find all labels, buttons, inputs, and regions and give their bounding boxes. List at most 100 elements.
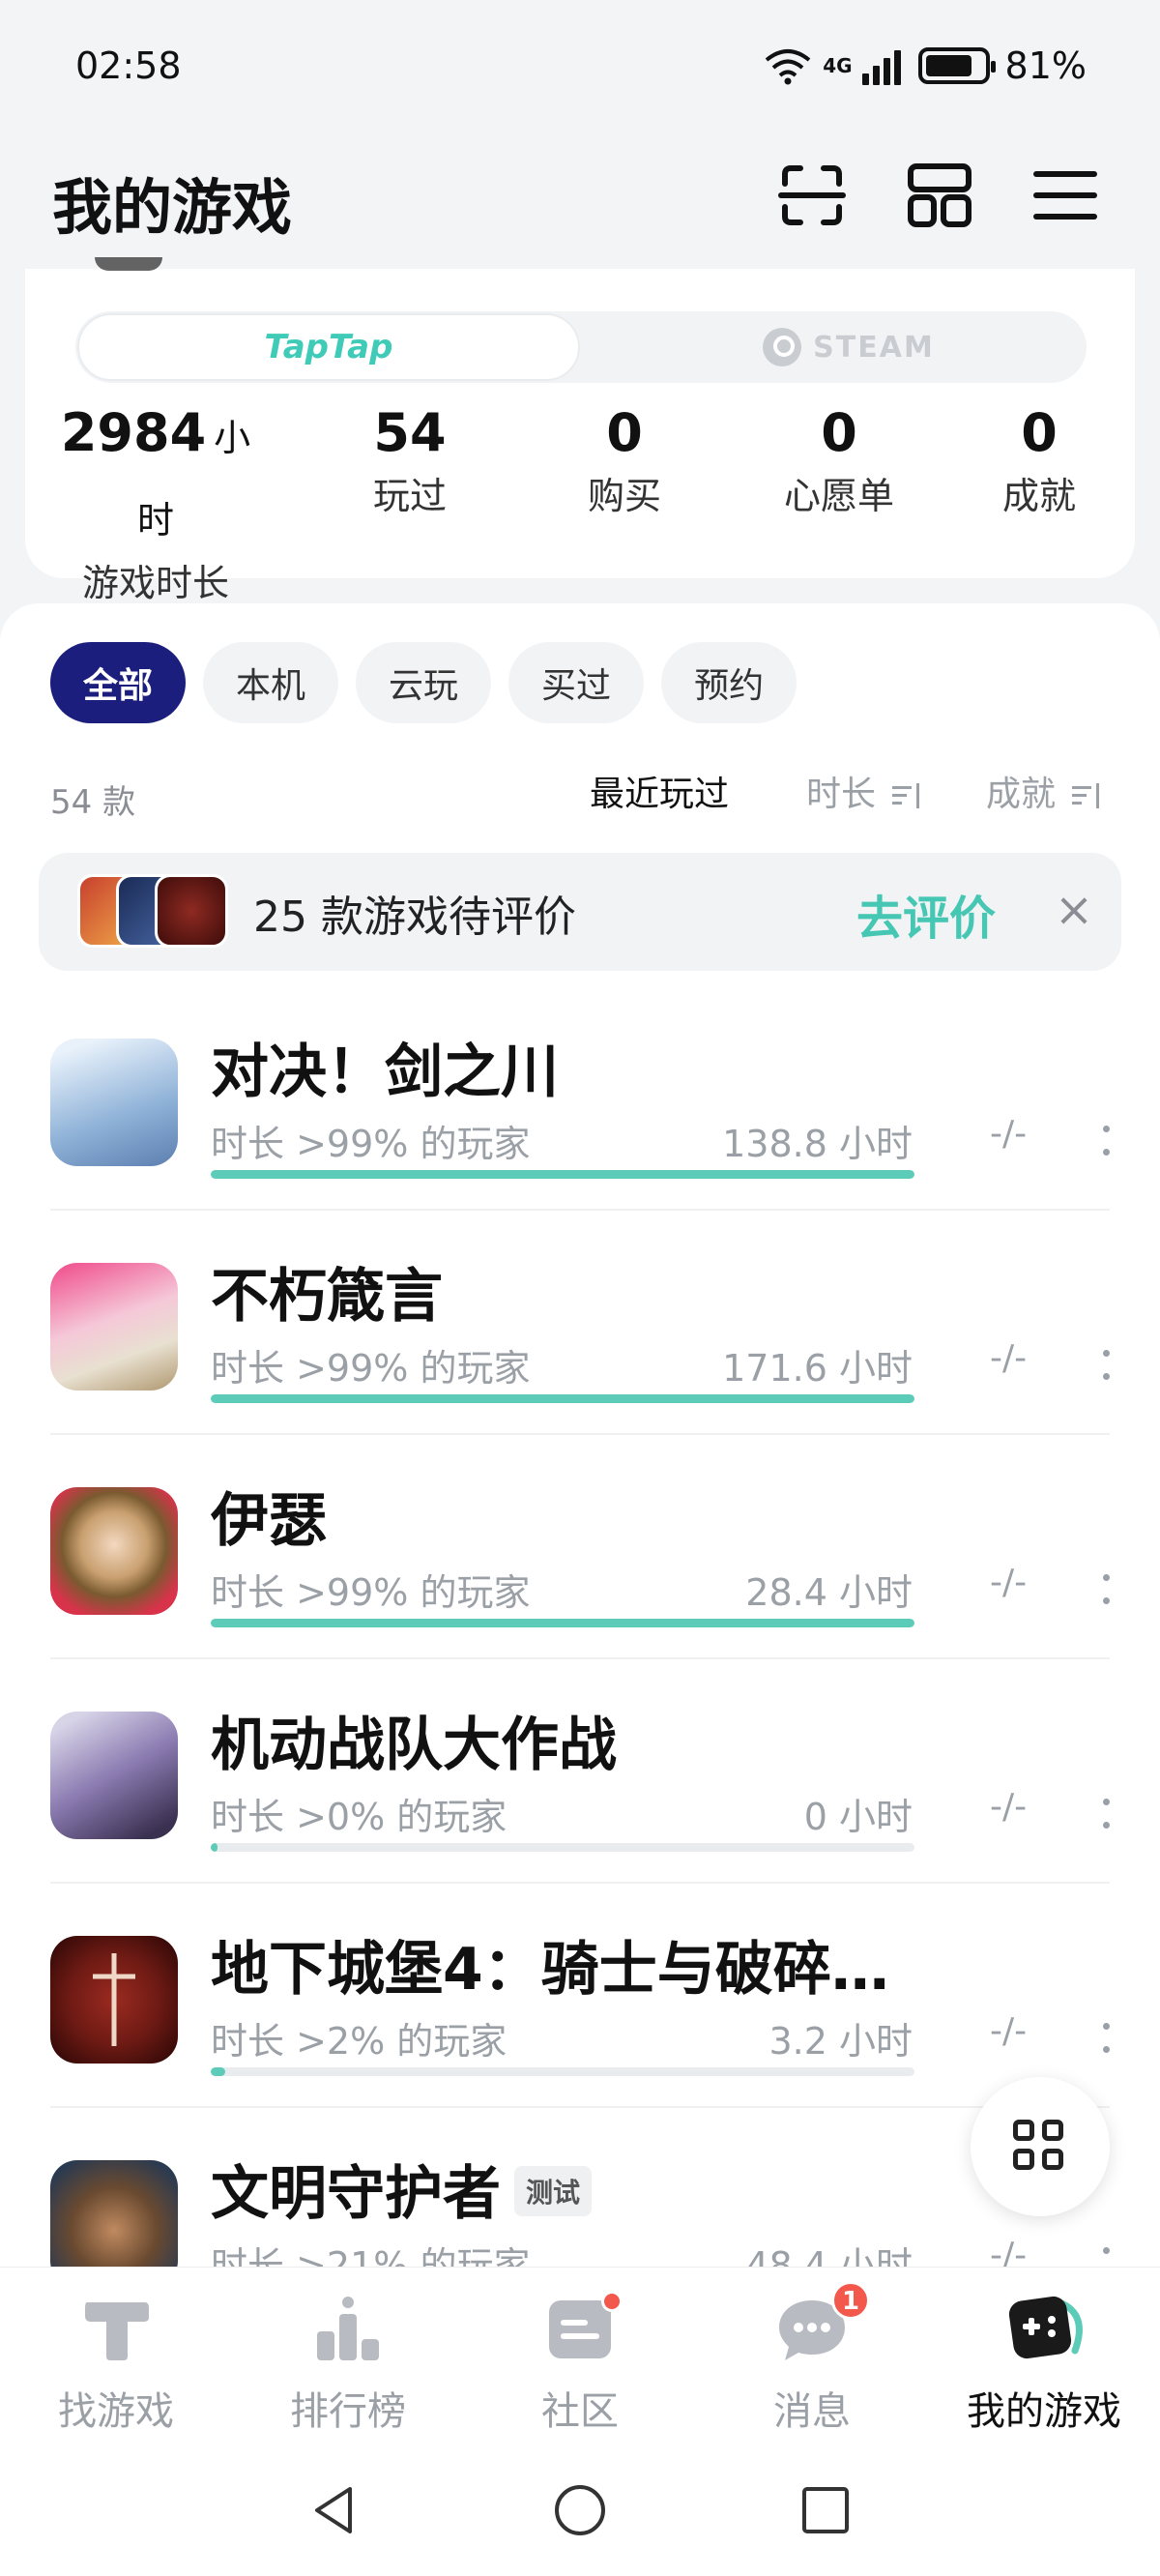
layout-button[interactable]: [905, 161, 974, 230]
filter-all[interactable]: 全部: [50, 642, 187, 723]
filter-local[interactable]: 本机: [203, 642, 339, 723]
game-hours: 0 小时: [803, 1796, 913, 1838]
close-icon[interactable]: ×: [1050, 886, 1098, 934]
stat-played[interactable]: 54 玩过: [323, 395, 497, 520]
sort-duration-label: 时长: [806, 775, 877, 814]
game-row[interactable]: 机动战队大作战 时长 >0% 的玩家 0 小时 -/-: [0, 1659, 1160, 1884]
game-row[interactable]: 对决！剑之川 时长 >99% 的玩家 138.8 小时 -/-: [0, 986, 1160, 1211]
stat-achievements[interactable]: 0 成就: [967, 395, 1112, 520]
more-icon[interactable]: [1098, 2243, 1114, 2267]
game-title: 文明守护者 测试: [211, 2147, 593, 2231]
filter-reserved[interactable]: 预约: [661, 642, 798, 723]
scan-icon: [778, 165, 846, 225]
nav-label: 社区: [541, 2389, 619, 2434]
playtime-progress: [211, 1394, 914, 1403]
game-icon: [50, 1712, 178, 1839]
playtime-progress: [211, 2067, 914, 2076]
page-title: 我的游戏: [52, 172, 293, 243]
review-thumbnails: [77, 874, 232, 950]
game-title: 伊瑟: [211, 1487, 327, 1555]
game-icon: [50, 1263, 178, 1390]
more-icon[interactable]: [1098, 1122, 1114, 1160]
more-icon[interactable]: [1098, 1795, 1114, 1833]
tab-steam[interactable]: STEAM: [617, 311, 1081, 383]
taptap-icon: [79, 2295, 153, 2364]
menu-icon: [1033, 171, 1097, 220]
sort-achievement[interactable]: 成就: [986, 766, 1101, 816]
game-achievement: -/-: [990, 2011, 1028, 2051]
network-type: 4G: [823, 54, 853, 77]
game-row[interactable]: 不朽箴言 时长 >99% 的玩家 171.6 小时 -/-: [0, 1211, 1160, 1435]
review-prompt: 25 款游戏待评价: [253, 893, 576, 942]
game-achievement: -/-: [990, 1563, 1028, 1602]
nav-find-games[interactable]: 找游戏: [0, 2295, 232, 2436]
layout-grid-icon: [908, 163, 972, 227]
stat-value: 0: [606, 402, 643, 463]
stat-purchased[interactable]: 0 购买: [537, 395, 711, 520]
game-rank: 时长 >2% 的玩家: [211, 2020, 508, 2063]
nav-my-games[interactable]: 我的游戏: [928, 2295, 1160, 2436]
message-icon: 1: [775, 2281, 870, 2364]
sort-recent[interactable]: 最近玩过: [590, 766, 729, 816]
battery-text: 81%: [1004, 44, 1087, 87]
game-rank: 时长 >99% 的玩家: [211, 1347, 531, 1390]
nav-community[interactable]: 社区: [464, 2291, 696, 2436]
status-bar: 02:58 4G 81%: [0, 0, 1160, 135]
stat-value: 2984: [60, 402, 207, 463]
nav-label: 消息: [773, 2389, 851, 2434]
game-icon: [50, 1039, 178, 1166]
nav-label: 我的游戏: [967, 2389, 1121, 2434]
stat-label: 购买: [587, 475, 661, 517]
tab-taptap[interactable]: TapTap: [77, 313, 580, 381]
game-hours: 171.6 小时: [722, 1347, 913, 1390]
status-icons: 4G 81%: [763, 44, 1087, 87]
battery-icon: [917, 47, 996, 84]
game-title: 机动战队大作战: [211, 1712, 617, 1779]
review-action-button[interactable]: 去评价: [856, 880, 996, 948]
status-time: 02:58: [75, 44, 182, 87]
game-icon: [50, 1487, 178, 1615]
stat-wishlist[interactable]: 0 心愿单: [742, 395, 936, 520]
sort-icon: [892, 783, 921, 808]
stat-label: 玩过: [372, 475, 447, 517]
avatar[interactable]: [95, 257, 162, 271]
wifi-icon: [763, 46, 813, 85]
sort-achievement-label: 成就: [986, 775, 1057, 814]
review-banner[interactable]: 25 款游戏待评价 去评价 ×: [39, 853, 1121, 971]
game-list-panel: 全部 本机 云玩 买过 预约 54 款 最近玩过 时长 成就 25 款游戏待评价…: [0, 603, 1160, 2267]
nav-ranking[interactable]: 排行榜: [232, 2295, 464, 2436]
game-row[interactable]: 伊瑟 时长 >99% 的玩家 28.4 小时 -/-: [0, 1435, 1160, 1659]
apps-grid-button[interactable]: [971, 2077, 1110, 2216]
more-icon[interactable]: [1098, 2019, 1114, 2058]
message-badge: 1: [831, 2281, 870, 2320]
playtime-progress: [211, 1843, 914, 1852]
grid-icon: [1013, 2120, 1067, 2174]
filter-cloud[interactable]: 云玩: [356, 642, 492, 723]
more-icon[interactable]: [1098, 1346, 1114, 1385]
stat-value: 54: [373, 402, 447, 463]
ranking-icon: [311, 2295, 385, 2364]
nav-label: 找游戏: [58, 2389, 174, 2434]
gamepad-icon: [1007, 2295, 1083, 2364]
game-rank: 时长 >99% 的玩家: [211, 1123, 531, 1165]
sword-emblem-icon: [93, 1953, 135, 2046]
more-icon[interactable]: [1098, 1570, 1114, 1609]
sort-duration[interactable]: 时长: [806, 766, 921, 816]
game-achievement: -/-: [990, 1338, 1028, 1378]
game-count: 54 款: [50, 783, 136, 822]
back-icon[interactable]: [307, 2483, 362, 2537]
game-row[interactable]: 地下城堡4：骑士与破碎… 时长 >2% 的玩家 3.2 小时 -/-: [0, 1884, 1160, 2108]
recents-icon[interactable]: [798, 2483, 853, 2537]
stat-playtime[interactable]: 2984 小时 游戏时长: [54, 395, 257, 607]
home-icon[interactable]: [553, 2483, 607, 2537]
game-rank: 时长 >0% 的玩家: [211, 1796, 508, 1838]
game-achievement: -/-: [990, 1114, 1028, 1154]
nav-messages[interactable]: 1 消息: [696, 2281, 928, 2436]
menu-button[interactable]: [1030, 161, 1100, 230]
filter-bought[interactable]: 买过: [508, 642, 645, 723]
steam-icon: [763, 328, 802, 366]
steam-label: STEAM: [813, 330, 935, 365]
scan-button[interactable]: [777, 161, 847, 230]
game-title: 不朽箴言: [211, 1263, 443, 1331]
game-achievement: -/-: [990, 1787, 1028, 1827]
